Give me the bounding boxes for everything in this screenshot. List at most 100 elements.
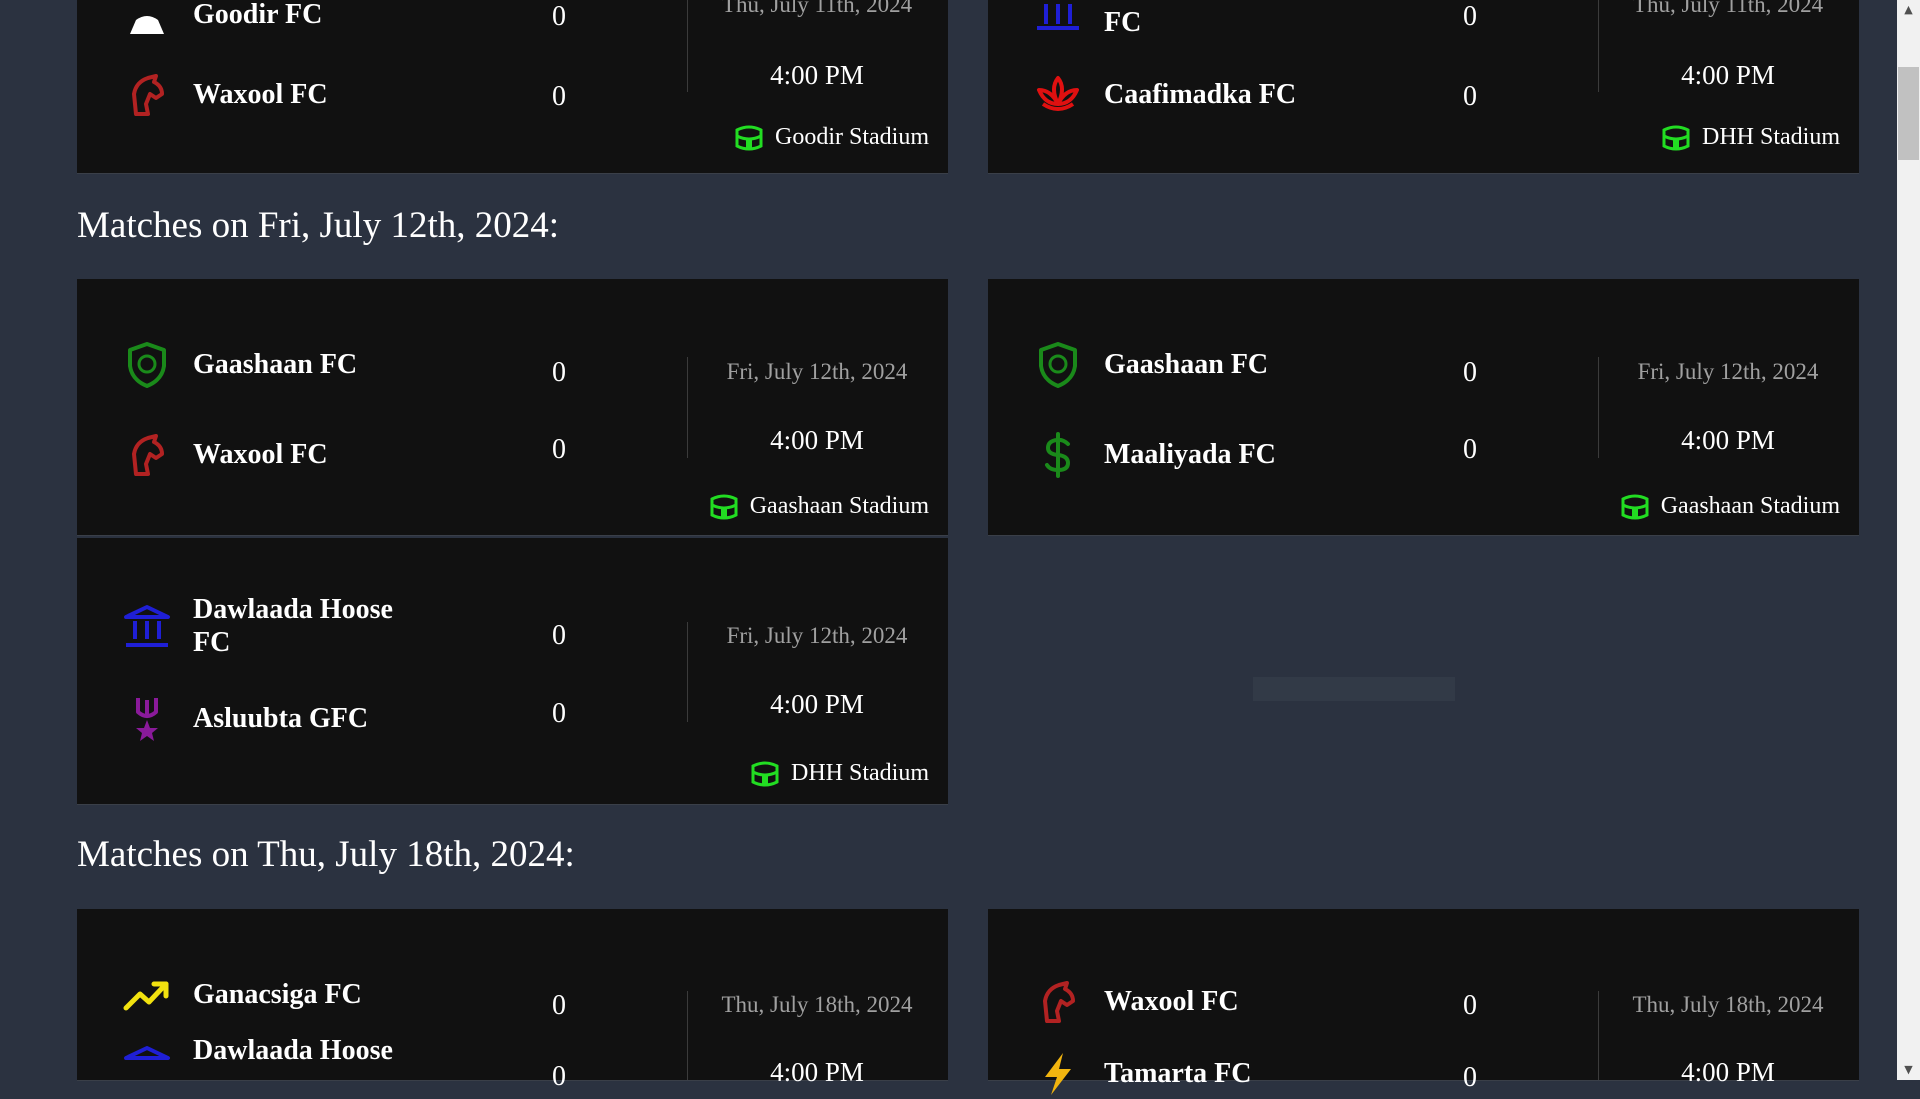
team-score: 0	[552, 698, 566, 729]
team-score: 0	[1463, 81, 1477, 112]
away-team-row: Caafimadka FC 0	[1033, 60, 1583, 120]
government-building-icon	[122, 1044, 172, 1094]
stadium-icon	[1660, 122, 1692, 152]
team-score: 0	[552, 81, 566, 112]
card-divider	[1598, 991, 1599, 1080]
shield-icon	[122, 340, 172, 390]
scroll-up-arrow-icon[interactable]: ▲	[1897, 0, 1920, 20]
match-time: 4:00 PM	[1681, 425, 1775, 455]
match-date: Fri, July 12th, 2024	[726, 359, 908, 384]
match-date: Thu, July 11th, 2024	[1632, 0, 1824, 17]
match-time: 4:00 PM	[770, 425, 864, 455]
match-time: 4:00 PM	[770, 1057, 864, 1087]
away-team-row: Waxool FC 0	[122, 60, 672, 120]
match-time: 4:00 PM	[1681, 60, 1775, 90]
away-team-row: Tamarta FC 0	[1033, 1039, 1583, 1099]
match-date: Thu, July 11th, 2024	[721, 0, 913, 17]
government-building-icon	[1033, 0, 1083, 40]
page-scrollbar[interactable]: ▲ ▼	[1897, 0, 1920, 1080]
match-card[interactable]: Waxool FC 0 Tamarta FC 0 Thu, July 18th,…	[988, 909, 1859, 1095]
team-name: Waxool FC	[1104, 986, 1239, 1017]
stadium-icon	[1619, 491, 1651, 521]
team-score: 0	[1463, 1062, 1477, 1093]
home-team-row: Waxool FC 0	[1033, 967, 1583, 1027]
match-date: Fri, July 12th, 2024	[726, 623, 908, 648]
match-card[interactable]: Goodir FC 0 Waxool FC 0 Thu, July 11th, …	[77, 0, 948, 173]
team-name: Goodir FC	[193, 0, 323, 30]
away-team-row: Dawlaada Hoose 0	[122, 1034, 672, 1094]
team-score: 0	[1463, 434, 1477, 465]
stadium-label: DHH Stadium	[749, 756, 929, 790]
horse-head-icon	[122, 430, 172, 480]
team-score: 0	[1463, 1, 1477, 32]
lotus-icon	[1033, 70, 1083, 120]
match-date: Thu, July 18th, 2024	[1632, 992, 1824, 1017]
card-divider	[687, 991, 688, 1080]
team-score: 0	[552, 1, 566, 32]
stadium-label: Gaashaan Stadium	[708, 489, 929, 523]
shield-icon	[1033, 340, 1083, 390]
horse-head-icon	[122, 70, 172, 120]
stadium-label: Gaashaan Stadium	[1619, 489, 1840, 523]
team-name: Ganacsiga FC	[193, 979, 362, 1010]
match-card[interactable]: FC 0 Caafimadka FC 0 Thu, July 11th, 202…	[988, 0, 1859, 173]
match-date: Fri, July 12th, 2024	[1637, 359, 1819, 384]
card-divider	[687, 357, 688, 458]
match-date: Thu, July 18th, 2024	[721, 992, 913, 1017]
team-score: 0	[552, 1061, 566, 1092]
matches-page: Goodir FC 0 Waxool FC 0 Thu, July 11th, …	[0, 0, 1897, 1095]
match-card[interactable]: Gaashaan FC 0 Maaliyada FC 0 Fri, July 1…	[988, 279, 1859, 535]
card-divider	[1598, 0, 1599, 92]
away-team-row: Asluubta GFC 0	[122, 684, 672, 744]
home-team-row: FC 0	[1033, 0, 1583, 40]
stadium-name: DHH Stadium	[1702, 123, 1840, 150]
lightning-icon	[1033, 1049, 1083, 1099]
team-score: 0	[1463, 357, 1477, 388]
medal-icon	[122, 694, 172, 744]
section-heading: Matches on Fri, July 12th, 2024:	[77, 205, 560, 246]
team-name: Dawlaada Hoose FC	[193, 594, 393, 658]
home-team-row: Gaashaan FC 0	[1033, 330, 1583, 390]
goodir-crest-icon	[122, 0, 172, 40]
match-card[interactable]: Dawlaada Hoose FC 0 Asluubta GFC 0 Fri, …	[77, 538, 948, 804]
team-name: Waxool FC	[193, 79, 328, 110]
team-score: 0	[552, 620, 566, 651]
team-name: Waxool FC	[193, 439, 328, 470]
team-name: Gaashaan FC	[1104, 349, 1269, 380]
team-score: 0	[552, 434, 566, 465]
card-divider	[687, 622, 688, 722]
stadium-icon	[749, 758, 781, 788]
match-time: 4:00 PM	[770, 60, 864, 90]
away-team-row: Waxool FC 0	[122, 420, 672, 480]
horse-head-icon	[1033, 977, 1083, 1027]
dollar-icon	[1033, 430, 1083, 480]
team-name: Tamarta FC	[1104, 1058, 1252, 1089]
home-team-row: Goodir FC 0	[122, 0, 672, 40]
stadium-name: Gaashaan Stadium	[1660, 492, 1840, 519]
stadium-label: Goodir Stadium	[733, 120, 929, 154]
match-card[interactable]: Gaashaan FC 0 Waxool FC 0 Fri, July 12th…	[77, 279, 948, 535]
government-building-icon	[122, 603, 172, 653]
home-team-row: Gaashaan FC 0	[122, 330, 672, 390]
card-divider	[687, 0, 688, 92]
team-name: Gaashaan FC	[193, 349, 358, 380]
stadium-name: Goodir Stadium	[775, 123, 929, 150]
stadium-name: Gaashaan Stadium	[749, 492, 929, 519]
card-divider	[1598, 357, 1599, 458]
team-name: Asluubta GFC	[193, 703, 369, 734]
team-score: 0	[552, 357, 566, 388]
team-name: Maaliyada FC	[1104, 439, 1276, 470]
stadium-icon	[708, 491, 740, 521]
team-score: 0	[1463, 990, 1477, 1021]
match-time: 4:00 PM	[770, 689, 864, 719]
trending-up-icon	[122, 970, 172, 1020]
stadium-label: DHH Stadium	[1660, 120, 1840, 154]
scroll-down-arrow-icon[interactable]: ▼	[1897, 1060, 1920, 1080]
match-card[interactable]: Ganacsiga FC 0 Dawlaada Hoose 0 Thu, Jul…	[77, 909, 948, 1092]
away-team-row: Maaliyada FC 0	[1033, 420, 1583, 480]
team-name: Caafimadka FC	[1104, 79, 1297, 110]
scroll-thumb[interactable]	[1898, 67, 1919, 160]
empty-slot-placeholder	[1253, 677, 1455, 701]
home-team-row: Dawlaada Hoose FC 0	[122, 593, 672, 658]
match-time: 4:00 PM	[1681, 1057, 1775, 1087]
